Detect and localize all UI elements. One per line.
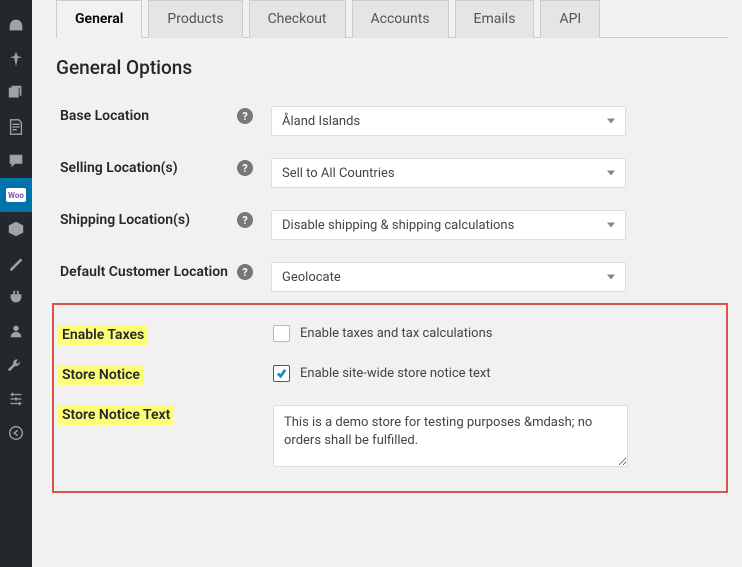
row-selling-locations: Selling Location(s) ? Sell to All Countr…	[56, 147, 728, 199]
tab-api[interactable]: API	[540, 0, 600, 38]
chevron-down-icon	[607, 275, 615, 280]
label-shipping-locations: Shipping Location(s)	[56, 210, 194, 230]
sidebar-settings-icon[interactable]	[0, 382, 32, 416]
label-enable-taxes: Enable Taxes	[58, 325, 148, 345]
help-icon[interactable]: ?	[237, 160, 253, 176]
select-default-customer-location[interactable]: Geolocate	[271, 262, 626, 292]
label-store-notice: Store Notice	[58, 365, 144, 385]
help-icon[interactable]: ?	[237, 108, 253, 124]
sidebar-pin-icon[interactable]	[0, 42, 32, 76]
label-default-customer-location: Default Customer Location	[56, 262, 232, 282]
sidebar-comments-icon[interactable]	[0, 144, 32, 178]
tab-checkout[interactable]: Checkout	[249, 0, 346, 38]
settings-tabs: General Products Checkout Accounts Email…	[56, 0, 728, 38]
checkbox-enable-taxes[interactable]	[273, 325, 290, 342]
sidebar-tools-icon[interactable]	[0, 348, 32, 382]
admin-sidebar: Woo	[0, 0, 32, 567]
sidebar-users-icon[interactable]	[0, 314, 32, 348]
row-default-customer-location: Default Customer Location ? Geolocate	[56, 251, 728, 303]
sidebar-plugins-icon[interactable]	[0, 280, 32, 314]
checkbox-label: Enable site-wide store notice text	[300, 366, 491, 381]
row-base-location: Base Location ? Åland Islands	[56, 95, 728, 147]
select-base-location[interactable]: Åland Islands	[271, 106, 626, 136]
textarea-store-notice[interactable]	[273, 405, 628, 467]
settings-content: General Products Checkout Accounts Email…	[32, 0, 742, 567]
help-icon[interactable]: ?	[237, 212, 253, 228]
chevron-down-icon	[607, 223, 615, 228]
tab-general[interactable]: General	[56, 0, 142, 38]
sidebar-woocommerce-icon[interactable]: Woo	[0, 178, 32, 212]
row-store-notice: Store Notice Enable site-wide store noti…	[54, 355, 720, 395]
section-title: General Options	[56, 56, 728, 79]
woo-badge: Woo	[6, 188, 26, 202]
sidebar-collapse-icon[interactable]	[0, 416, 32, 450]
select-value: Geolocate	[282, 270, 341, 285]
sidebar-media-icon[interactable]	[0, 76, 32, 110]
row-store-notice-text: Store Notice Text	[54, 395, 720, 481]
select-shipping-locations[interactable]: Disable shipping & shipping calculations	[271, 210, 626, 240]
select-selling-locations[interactable]: Sell to All Countries	[271, 158, 626, 188]
label-selling-locations: Selling Location(s)	[56, 158, 182, 178]
chevron-down-icon	[607, 119, 615, 124]
label-store-notice-text: Store Notice Text	[58, 405, 174, 425]
select-value: Sell to All Countries	[282, 166, 395, 181]
sidebar-appearance-icon[interactable]	[0, 246, 32, 280]
sidebar-products-icon[interactable]	[0, 212, 32, 246]
sidebar-dashboard-icon[interactable]	[0, 8, 32, 42]
select-value: Åland Islands	[282, 114, 360, 129]
row-shipping-locations: Shipping Location(s) ? Disable shipping …	[56, 199, 728, 251]
select-value: Disable shipping & shipping calculations	[282, 218, 514, 233]
tab-emails[interactable]: Emails	[455, 0, 535, 38]
checkbox-label: Enable taxes and tax calculations	[300, 326, 492, 341]
tab-accounts[interactable]: Accounts	[352, 0, 449, 38]
sidebar-pages-icon[interactable]	[0, 110, 32, 144]
chevron-down-icon	[607, 171, 615, 176]
help-icon[interactable]: ?	[237, 264, 253, 280]
row-enable-taxes: Enable Taxes Enable taxes and tax calcul…	[54, 315, 720, 355]
tab-products[interactable]: Products	[148, 0, 242, 38]
label-base-location: Base Location	[56, 106, 153, 126]
checkbox-store-notice[interactable]	[273, 365, 290, 382]
highlighted-section: Enable Taxes Enable taxes and tax calcul…	[52, 303, 728, 493]
general-options-form: Base Location ? Åland Islands Selling Lo…	[56, 95, 728, 493]
